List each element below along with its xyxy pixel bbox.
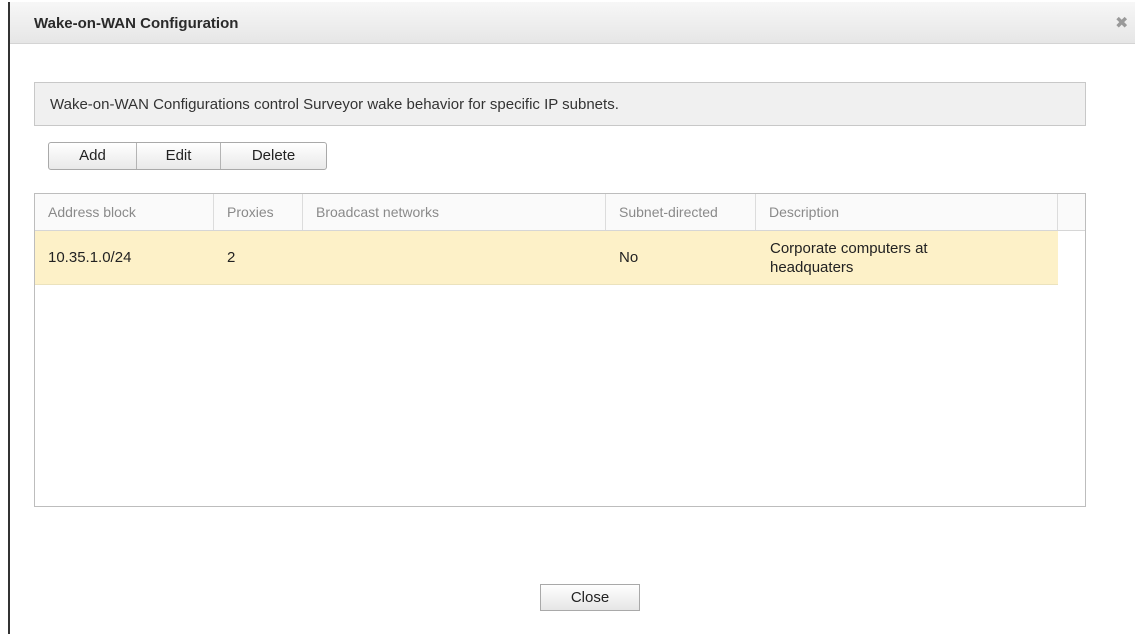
dialog-titlebar: Wake-on-WAN Configuration ✖ — [10, 2, 1135, 44]
wake-on-wan-dialog: Wake-on-WAN Configuration ✖ Wake-on-WAN … — [8, 2, 1135, 634]
cell-proxies: 2 — [227, 249, 236, 266]
close-icon[interactable]: ✖ — [1115, 16, 1128, 32]
column-header-description[interactable]: Description — [755, 194, 1057, 230]
cell-description: Corporate computers at headquaters — [770, 240, 928, 276]
info-text: Wake-on-WAN Configurations control Surve… — [50, 96, 619, 113]
cell-address-block: 10.35.1.0/24 — [48, 249, 132, 266]
delete-button[interactable]: Delete — [220, 143, 326, 169]
configurations-table: Address block Proxies Broadcast networks… — [34, 193, 1086, 507]
column-header-proxies[interactable]: Proxies — [213, 194, 302, 230]
column-header-subnet-directed[interactable]: Subnet-directed — [605, 194, 755, 230]
column-header-address-block[interactable]: Address block — [35, 194, 213, 230]
table-header: Address block Proxies Broadcast networks… — [35, 194, 1085, 231]
cell-subnet-directed: No — [619, 249, 639, 266]
action-button-group: Add Edit Delete — [48, 142, 327, 170]
table-row[interactable]: 10.35.1.0/24 2 No Corporate computers at… — [35, 231, 1058, 285]
column-header-broadcast-networks[interactable]: Broadcast networks — [302, 194, 605, 230]
close-button[interactable]: Close — [540, 584, 640, 611]
column-header-spacer — [1057, 194, 1085, 230]
info-box: Wake-on-WAN Configurations control Surve… — [34, 82, 1086, 126]
edit-button[interactable]: Edit — [136, 143, 220, 169]
add-button[interactable]: Add — [49, 143, 136, 169]
dialog-title: Wake-on-WAN Configuration — [34, 15, 239, 32]
